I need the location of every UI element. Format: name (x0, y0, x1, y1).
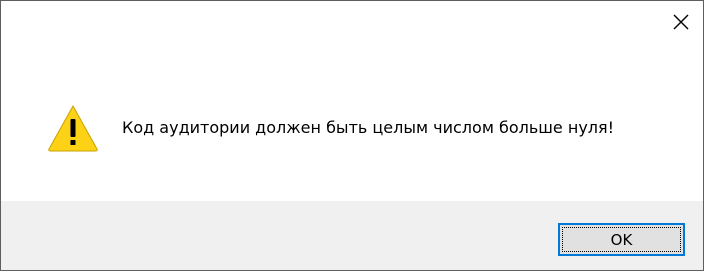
close-button[interactable] (659, 1, 703, 43)
message-text: Код аудитории должен быть целым числом б… (122, 118, 615, 137)
button-bar: OK (1, 201, 703, 270)
warning-icon (48, 104, 98, 152)
title-bar (1, 1, 703, 43)
message-box-window: Код аудитории должен быть целым числом б… (0, 0, 704, 271)
ok-button[interactable]: OK (558, 223, 685, 256)
close-icon (673, 14, 689, 30)
message-area: Код аудитории должен быть целым числом б… (1, 43, 703, 201)
ok-button-label: OK (610, 230, 633, 249)
